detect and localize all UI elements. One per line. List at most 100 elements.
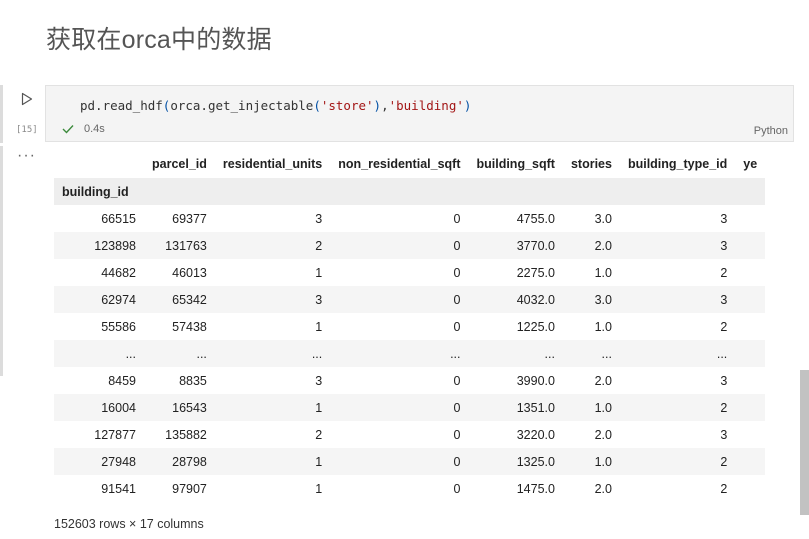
execution-time: 0.4s xyxy=(84,123,105,135)
table-cell: 0 xyxy=(453,373,461,388)
column-header: building_sqft xyxy=(476,157,555,171)
table-cell: 0 xyxy=(453,481,461,496)
table-cell: 0 xyxy=(453,454,461,469)
code-func: pd.read_hdf xyxy=(80,98,163,113)
table-cell: 2.0 xyxy=(594,238,612,253)
index-name-row: building_id xyxy=(54,178,766,205)
table-cell: 1.0 xyxy=(594,454,612,469)
row-index: 91541 xyxy=(101,481,136,496)
run-cell-button[interactable] xyxy=(20,92,34,106)
table-cell: 1475.0 xyxy=(516,481,555,496)
table-cell xyxy=(735,232,765,259)
index-name: building_id xyxy=(62,184,129,199)
table-cell: 3990.0 xyxy=(516,373,555,388)
table-cell: 4032.0 xyxy=(516,292,555,307)
table-cell: ... xyxy=(544,346,555,361)
table-cell: 69377 xyxy=(172,211,207,226)
row-index: 55586 xyxy=(101,319,136,334)
row-index: 127877 xyxy=(94,427,136,442)
table-row: 16004 16543 1 0 1351.0 1.0 2 xyxy=(54,394,766,421)
table-cell: 3 xyxy=(315,373,323,388)
table-row: 123898 131763 2 0 3770.0 2.0 3 xyxy=(54,232,766,259)
table-cell: 3 xyxy=(720,238,728,253)
code-string-building: 'building' xyxy=(388,98,464,113)
table-cell xyxy=(735,367,765,394)
table-cell: 2.0 xyxy=(594,373,612,388)
table-cell: ... xyxy=(601,346,612,361)
table-row: 44682 46013 1 0 2275.0 1.0 2 xyxy=(54,259,765,286)
table-cell: 1.0 xyxy=(594,319,612,334)
corner-cell xyxy=(54,150,144,178)
code-func-inner: orca.get_injectable xyxy=(170,98,314,113)
code-string-store: 'store' xyxy=(320,98,374,113)
check-icon xyxy=(62,125,74,134)
cell-status: 0.4s xyxy=(62,123,105,135)
table-cell: 3.0 xyxy=(594,292,612,307)
table-cell: 57438 xyxy=(172,319,207,334)
table-cell: 1225.0 xyxy=(516,319,555,334)
table-cell: 2 xyxy=(720,454,728,469)
table-row: 55586 57438 1 0 1225.0 1.0 2 xyxy=(54,313,765,340)
table-row: 127877 135882 2 0 3220.0 2.0 3 xyxy=(54,421,765,448)
scrollbar-thumb[interactable] xyxy=(800,370,809,515)
table-cell: 135882 xyxy=(165,427,207,442)
table-cell: 0 xyxy=(453,319,461,334)
table-cell: 0 xyxy=(453,265,461,280)
row-index: ... xyxy=(125,346,136,361)
code-paren-close-inner: ) xyxy=(373,98,382,113)
table-row: ..................... xyxy=(54,340,766,367)
table-row: 8459 8835 3 0 3990.0 2.0 3 xyxy=(54,367,765,394)
table-row: 62974 65342 3 0 4032.0 3.0 3 xyxy=(54,286,766,313)
output-more-button[interactable]: ··· xyxy=(17,148,36,164)
cell-marker xyxy=(0,85,3,143)
table-cell: 1325.0 xyxy=(516,454,555,469)
table-cell: 131763 xyxy=(165,238,207,253)
table-cell: 0 xyxy=(453,292,461,307)
table-cell: 16543 xyxy=(172,400,207,415)
table-cell: 0 xyxy=(453,400,461,415)
table-cell: 3 xyxy=(315,211,323,226)
table-cell: 4755.0 xyxy=(516,211,555,226)
table-cell: 2 xyxy=(315,238,323,253)
table-cell: 3.0 xyxy=(594,211,612,226)
table-cell: 2 xyxy=(720,481,728,496)
output-marker xyxy=(0,146,3,376)
code-line[interactable]: pd.read_hdf(orca.get_injectable('store')… xyxy=(80,98,471,113)
table-cell: 2 xyxy=(720,265,728,280)
kernel-language[interactable]: Python xyxy=(754,125,788,137)
column-header: non_residential_sqft xyxy=(338,157,461,171)
code-cell-editor[interactable] xyxy=(45,85,794,142)
table-cell: 2.0 xyxy=(594,427,612,442)
table-cell: 1 xyxy=(315,481,323,496)
code-comma: , xyxy=(381,98,389,113)
row-index: 44682 xyxy=(101,265,136,280)
column-header-row: parcel_id residential_units non_resident… xyxy=(54,150,765,178)
table-cell: 3 xyxy=(315,292,323,307)
table-cell xyxy=(735,286,765,313)
table-cell: 0 xyxy=(453,211,461,226)
row-index: 62974 xyxy=(101,292,136,307)
column-header: building_type_id xyxy=(627,157,728,171)
table-cell: 46013 xyxy=(172,265,207,280)
table-cell: 2 xyxy=(315,427,323,442)
table-cell: 2 xyxy=(720,319,728,334)
table-cell xyxy=(735,259,765,286)
row-index: 16004 xyxy=(101,400,136,415)
table-cell: 3770.0 xyxy=(516,238,555,253)
column-header: parcel_id xyxy=(152,157,207,171)
dataframe-shape: 152603 rows × 17 columns xyxy=(54,517,204,531)
table-row: 91541 97907 1 0 1475.0 2.0 2 xyxy=(54,475,765,500)
table-cell: 1.0 xyxy=(594,400,612,415)
table-cell: 8835 xyxy=(179,373,207,388)
table-cell: 1.0 xyxy=(594,265,612,280)
table-cell: ... xyxy=(716,346,728,361)
table-cell xyxy=(735,448,765,475)
table-cell: ... xyxy=(196,346,207,361)
column-header: residential_units xyxy=(222,157,323,171)
row-index: 27948 xyxy=(101,454,136,469)
dataframe-table: parcel_id residential_units non_resident… xyxy=(54,150,766,500)
table-cell: 0 xyxy=(453,238,461,253)
play-icon xyxy=(21,92,33,106)
table-cell: 28798 xyxy=(172,454,207,469)
table-cell xyxy=(735,205,765,232)
